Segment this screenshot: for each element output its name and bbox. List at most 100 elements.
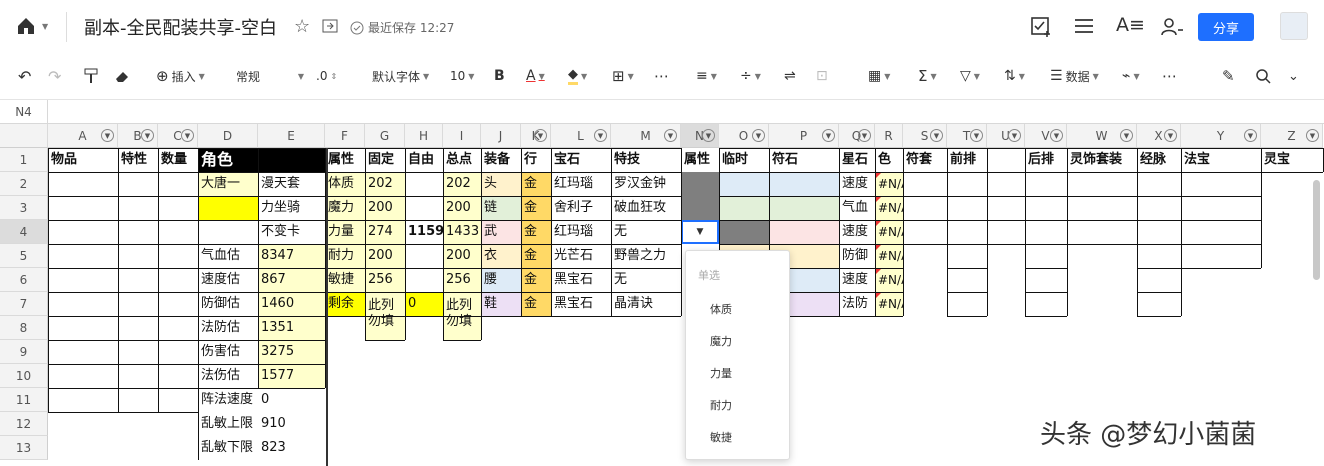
cell-i4[interactable]: 1433: [443, 220, 481, 244]
cell-d13[interactable]: 乱敏下限: [198, 436, 258, 460]
cell-d6[interactable]: 速度估: [198, 268, 258, 292]
checklist-add-icon[interactable]: [1030, 16, 1052, 38]
cell-d9[interactable]: 伤害估: [198, 340, 258, 364]
cell-f5[interactable]: 耐力: [325, 244, 365, 268]
column-header-a[interactable]: A ▼: [48, 124, 118, 148]
cell-k4[interactable]: 金: [521, 220, 551, 244]
column-header-x[interactable]: X ▼: [1137, 124, 1181, 148]
cell-d8[interactable]: 法防估: [198, 316, 258, 340]
column-header-w[interactable]: W ▼: [1067, 124, 1137, 148]
borders-button[interactable]: ⊞ ▼: [612, 62, 634, 90]
cell-i3[interactable]: 200: [443, 196, 481, 220]
dropdown-option[interactable]: 敏捷: [686, 423, 791, 451]
column-header-e[interactable]: E: [258, 124, 325, 148]
column-filter-icon[interactable]: ▼: [1050, 129, 1063, 142]
wrap-icon[interactable]: ⇌: [784, 62, 796, 90]
cell-l2[interactable]: 红玛瑙: [551, 172, 611, 196]
column-header-y[interactable]: Y ▼: [1181, 124, 1261, 148]
cell-l7[interactable]: 黑宝石: [551, 292, 611, 316]
eraser-icon[interactable]: [114, 62, 130, 90]
collaborators-icon[interactable]: [1160, 16, 1184, 38]
collapse-toolbar-icon[interactable]: ⌄: [1288, 62, 1299, 90]
header-h[interactable]: 自由: [405, 148, 443, 172]
cell-d12[interactable]: 乱敏上限: [198, 412, 258, 436]
cell-q2[interactable]: 速度: [839, 172, 875, 196]
column-filter-icon[interactable]: ▼: [702, 129, 715, 142]
cell-d5[interactable]: 气血估: [198, 244, 258, 268]
cell-e8[interactable]: 1351: [258, 316, 325, 340]
home-menu[interactable]: ▼: [16, 16, 48, 36]
column-header-n[interactable]: N ▼: [681, 124, 719, 148]
row-header-9[interactable]: 9: [0, 340, 48, 364]
move-icon[interactable]: [322, 19, 338, 33]
column-header-m[interactable]: M ▼: [611, 124, 681, 148]
share-button[interactable]: 分享: [1198, 13, 1254, 41]
header-v[interactable]: 后排: [1025, 148, 1067, 172]
cell-d11[interactable]: 阵法速度: [198, 388, 258, 412]
header-f[interactable]: 属性: [325, 148, 365, 172]
header-n[interactable]: 属性: [681, 148, 719, 172]
column-header-g[interactable]: G: [365, 124, 405, 148]
column-header-c[interactable]: C ▼: [158, 124, 198, 148]
fill-color-button[interactable]: ◆ ▼: [568, 62, 587, 90]
column-filter-icon[interactable]: ▼: [664, 129, 677, 142]
cell-q6[interactable]: 速度: [839, 268, 875, 292]
search-icon[interactable]: [1256, 62, 1271, 90]
cell-j5[interactable]: 衣: [481, 244, 521, 268]
font-size-select[interactable]: 10 ▼: [450, 62, 474, 90]
header-w[interactable]: 灵饰套装: [1067, 148, 1137, 172]
row-header-13[interactable]: 13: [0, 436, 48, 460]
cell-j6[interactable]: 腰: [481, 268, 521, 292]
column-filter-icon[interactable]: ▼: [101, 129, 114, 142]
cell-e3[interactable]: 力坐骑: [258, 196, 325, 220]
column-filter-icon[interactable]: ▼: [1306, 129, 1319, 142]
data-menu-button[interactable]: ☰ 数据 ▼: [1050, 62, 1099, 90]
valign-button[interactable]: ÷ ▼: [740, 62, 761, 90]
column-header-d[interactable]: D: [198, 124, 258, 148]
cell-d7[interactable]: 防御估: [198, 292, 258, 316]
cell-l6[interactable]: 黑宝石: [551, 268, 611, 292]
header-g[interactable]: 固定: [365, 148, 405, 172]
number-format-select[interactable]: 常规 ▼: [236, 62, 304, 90]
header-i[interactable]: 总点: [443, 148, 481, 172]
row-header-3[interactable]: 3: [0, 196, 48, 220]
format-painter-icon[interactable]: [84, 62, 98, 90]
cell-d10[interactable]: 法伤估: [198, 364, 258, 388]
cell-e12[interactable]: 910: [258, 412, 325, 436]
column-header-k[interactable]: K ▼: [521, 124, 551, 148]
column-filter-icon[interactable]: ▼: [822, 129, 835, 142]
column-header-t[interactable]: T ▼: [947, 124, 987, 148]
column-header-v[interactable]: V ▼: [1025, 124, 1067, 148]
header-role[interactable]: 角色: [198, 148, 325, 172]
cell-e9[interactable]: 3275: [258, 340, 325, 364]
dropdown-option[interactable]: 体质: [686, 295, 791, 323]
header-a[interactable]: 物品: [48, 148, 118, 172]
conditional-format-button[interactable]: ▦ ▼: [868, 62, 890, 90]
column-header-o[interactable]: O ▼: [719, 124, 769, 148]
cell-g7[interactable]: 此列 勿填: [365, 292, 405, 340]
dropdown-option[interactable]: 耐力: [686, 391, 791, 419]
header-j[interactable]: 装备: [481, 148, 521, 172]
cell-k5[interactable]: 金: [521, 244, 551, 268]
script-button[interactable]: ⌁ ▼: [1122, 62, 1140, 90]
header-c[interactable]: 数量: [158, 148, 198, 172]
row-header-6[interactable]: 6: [0, 268, 48, 292]
column-filter-icon[interactable]: ▼: [752, 129, 765, 142]
formula-input[interactable]: [48, 100, 1324, 124]
column-filter-icon[interactable]: ▼: [534, 129, 547, 142]
menu-icon[interactable]: [1074, 17, 1094, 35]
validation-dropdown[interactable]: 单选 体质 魔力 力量 耐力 敏捷: [685, 250, 790, 460]
cell-e2[interactable]: 漫天套: [258, 172, 325, 196]
active-cell-dropdown-arrow[interactable]: ▼: [681, 220, 719, 244]
column-header-i[interactable]: I: [443, 124, 481, 148]
bold-button[interactable]: B: [494, 62, 505, 90]
redo-icon[interactable]: ↷: [48, 62, 61, 90]
cell-e13[interactable]: 823: [258, 436, 325, 460]
cell-k3[interactable]: 金: [521, 196, 551, 220]
header-o[interactable]: 临时: [719, 148, 769, 172]
column-header-q[interactable]: Q ▼: [839, 124, 875, 148]
row-header-1[interactable]: 1: [0, 148, 48, 172]
cell-m5[interactable]: 野兽之力: [611, 244, 681, 268]
cell-q4[interactable]: 速度: [839, 220, 875, 244]
column-header-l[interactable]: L ▼: [551, 124, 611, 148]
